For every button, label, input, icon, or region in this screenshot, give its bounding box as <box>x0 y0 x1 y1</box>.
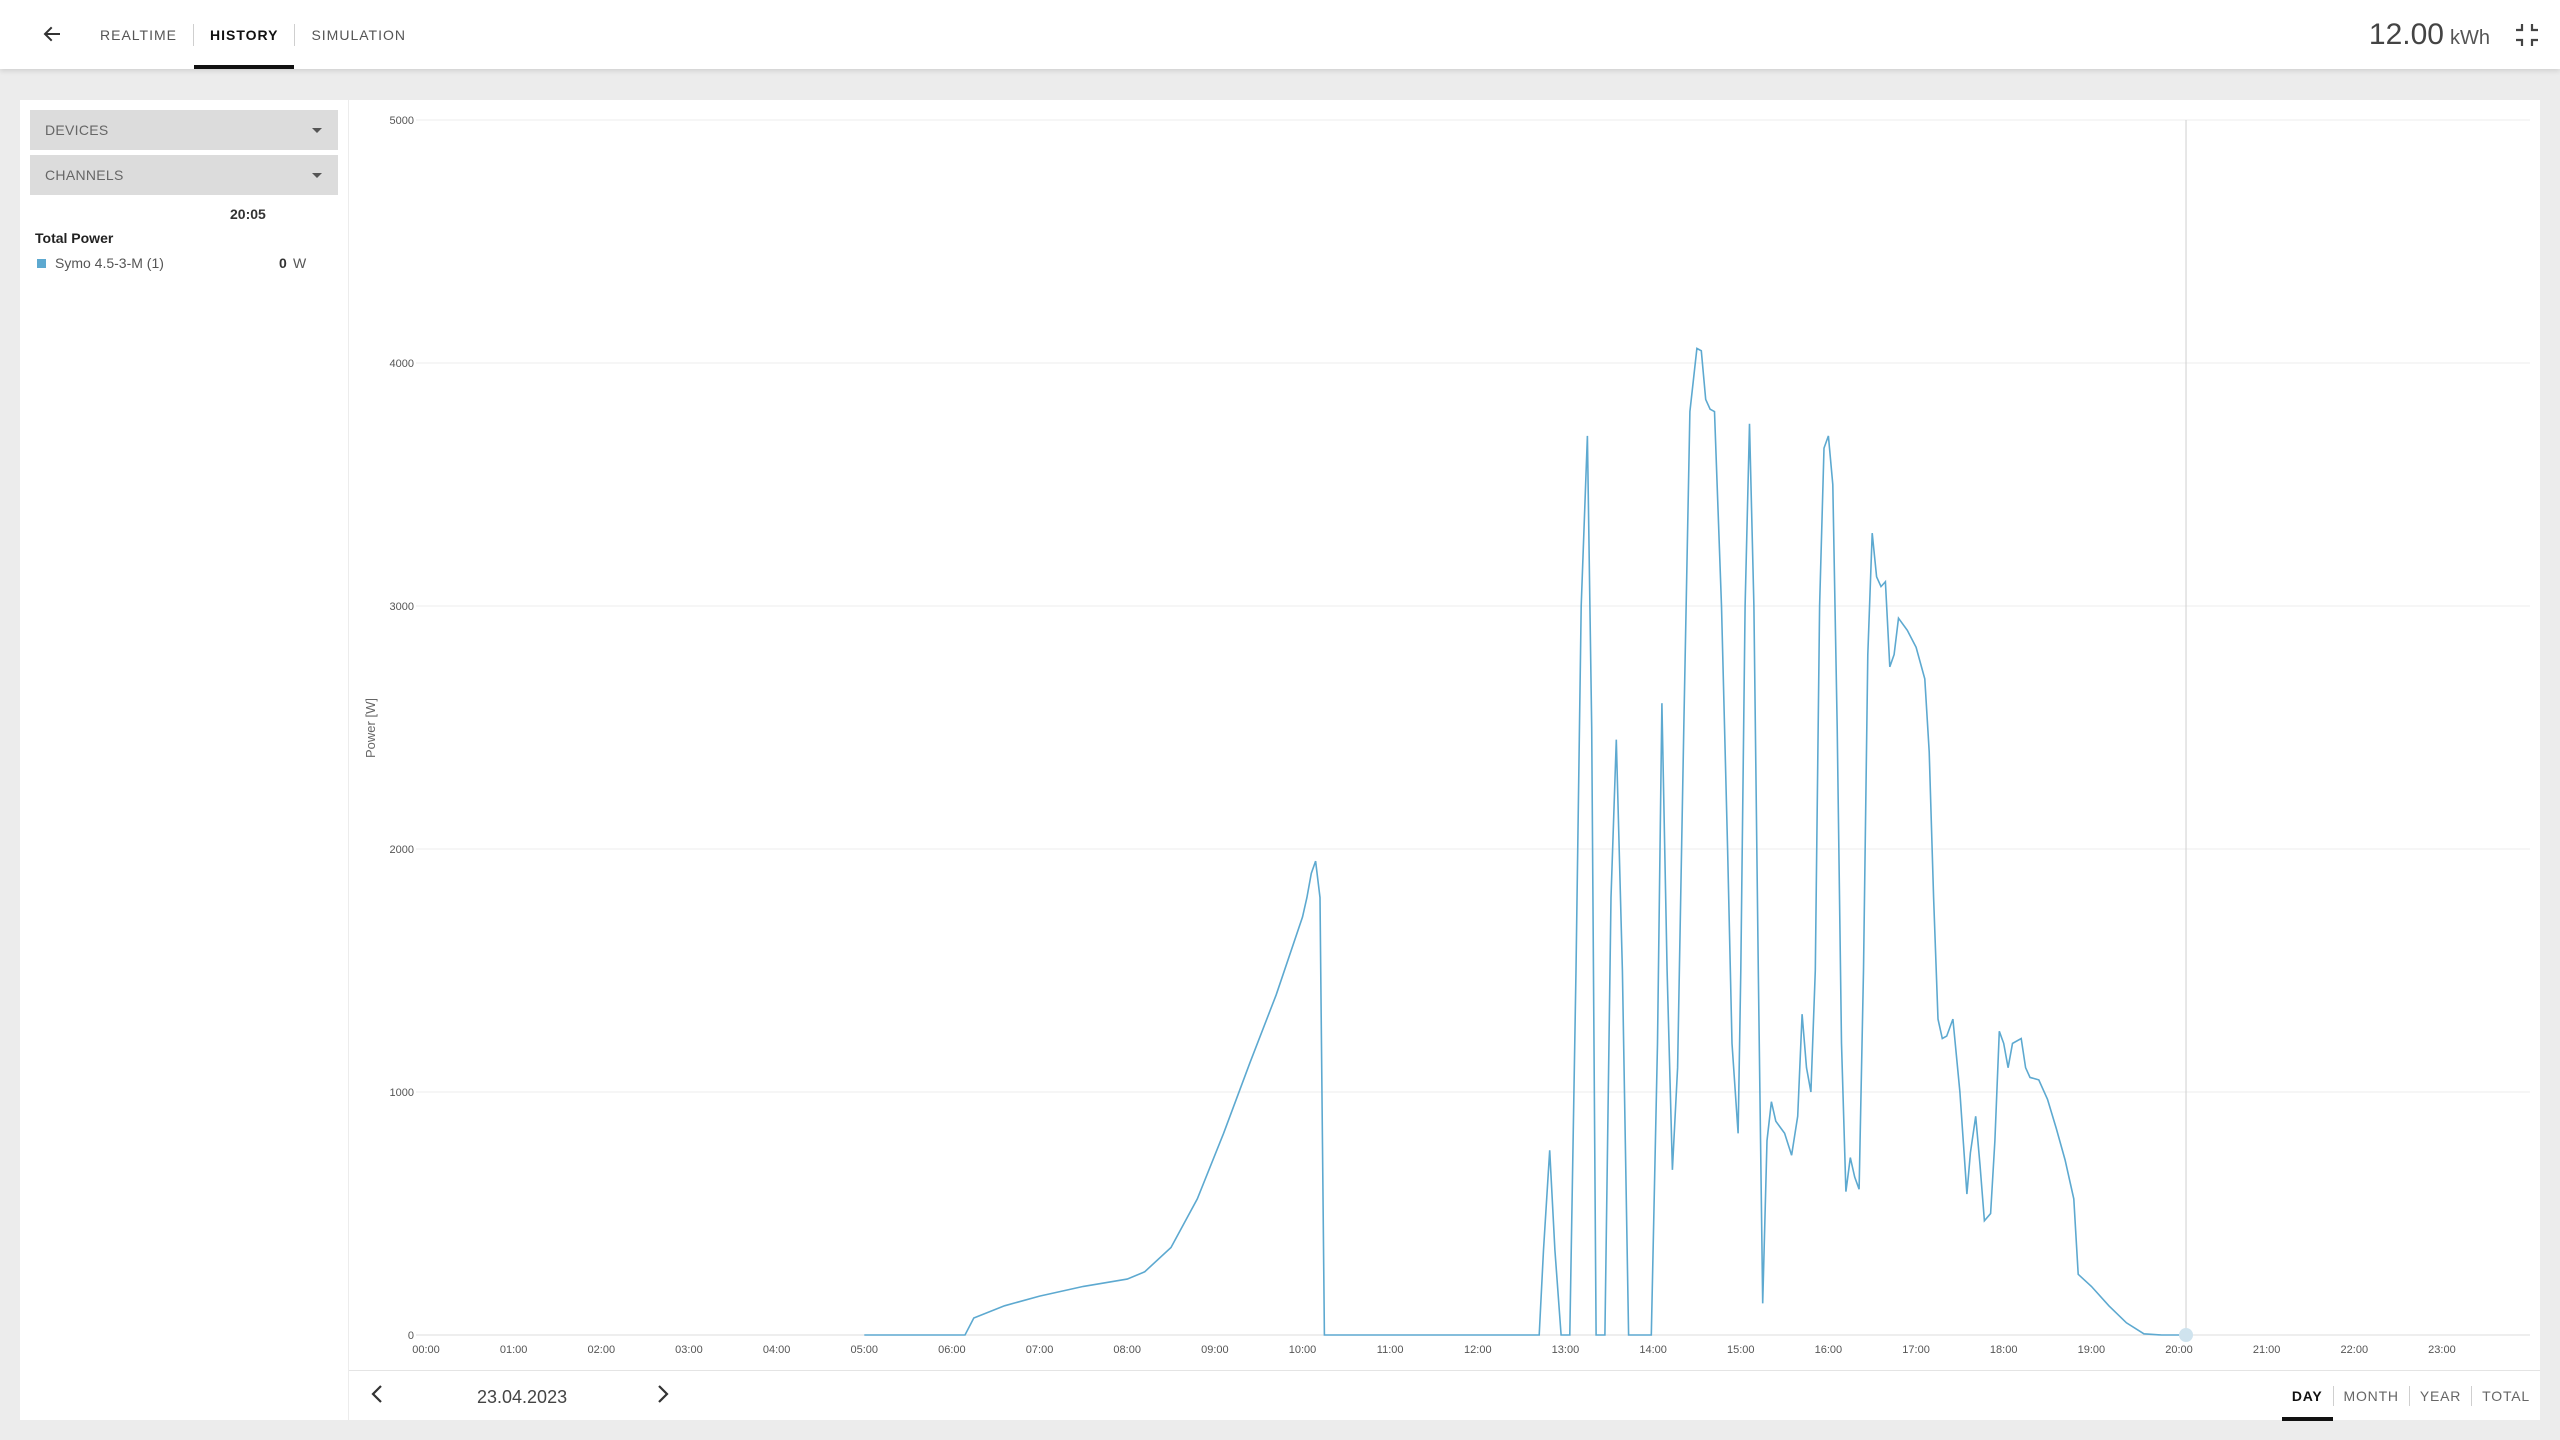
legend-item[interactable]: Symo 4.5-3-M (1) 0 W <box>35 254 335 272</box>
daily-energy: 12.00 kWh <box>2369 18 2490 52</box>
legend-item-value: 0 <box>279 255 287 271</box>
x-tick-label: 13:00 <box>1552 1344 1580 1356</box>
x-tick-label: 03:00 <box>675 1344 703 1356</box>
y-tick-label: 2000 <box>390 844 414 856</box>
caret-down-icon <box>312 127 322 133</box>
y-axis: 0 1000 2000 3000 4000 5000 <box>390 115 414 1342</box>
top-bar: REALTIME HISTORY SIMULATION 12.00 kWh <box>0 0 2560 69</box>
channels-dropdown[interactable]: CHANNELS <box>30 155 338 195</box>
legend-item-unit: W <box>293 255 307 271</box>
range-tab-year[interactable]: YEAR <box>2410 1371 2471 1421</box>
x-tick-label: 06:00 <box>938 1344 966 1356</box>
energy-value: 12.00 <box>2368 18 2444 51</box>
x-tick-label: 09:00 <box>1201 1344 1229 1356</box>
x-tick-label: 16:00 <box>1815 1344 1843 1356</box>
previous-day-button[interactable] <box>369 1383 395 1409</box>
x-tick-label: 05:00 <box>850 1344 878 1356</box>
x-tick-label: 07:00 <box>1026 1344 1054 1356</box>
chevron-left-icon <box>371 1385 382 1403</box>
power-series-line <box>864 347 2188 1336</box>
x-tick-label: 20:00 <box>2165 1344 2193 1356</box>
y-tick-label: 4000 <box>390 358 414 370</box>
x-tick-label: 17:00 <box>1902 1344 1930 1356</box>
x-tick-label: 08:00 <box>1113 1344 1141 1356</box>
x-tick-label: 15:00 <box>1727 1344 1755 1356</box>
x-tick-label: 01:00 <box>500 1344 528 1356</box>
y-axis-label: Power [W] <box>363 698 378 758</box>
x-tick-label: 04:00 <box>763 1344 791 1356</box>
x-tick-label: 22:00 <box>2341 1344 2369 1356</box>
time-cursor-marker <box>2179 1328 2194 1342</box>
tab-history[interactable]: HISTORY <box>193 0 295 69</box>
arrow-left-icon <box>43 26 60 42</box>
caret-down-icon <box>312 172 322 178</box>
date-navigation-bar: 23.04.2023 DAY MONTH YEAR TOTAL <box>349 1370 2540 1421</box>
view-tabs: REALTIME HISTORY SIMULATION <box>84 0 422 69</box>
y-tick-label: 0 <box>408 1330 414 1342</box>
x-tick-label: 10:00 <box>1289 1344 1317 1356</box>
exit-fullscreen-button[interactable] <box>2512 20 2542 50</box>
next-day-button[interactable] <box>655 1383 681 1409</box>
device-panel: DEVICES CHANNELS 20:05 Total Power Symo … <box>20 100 348 1420</box>
x-tick-label: 00:00 <box>412 1344 440 1356</box>
x-tick-label: 21:00 <box>2253 1344 2281 1356</box>
x-tick-label: 12:00 <box>1464 1344 1492 1356</box>
tab-realtime[interactable]: REALTIME <box>84 0 193 69</box>
x-tick-label: 02:00 <box>588 1344 616 1356</box>
chevron-right-icon <box>658 1385 669 1403</box>
range-tab-total[interactable]: TOTAL <box>2472 1371 2540 1421</box>
y-tick-label: 5000 <box>390 115 414 127</box>
current-date[interactable]: 23.04.2023 <box>477 1387 567 1408</box>
legend-time: 20:05 <box>230 206 266 222</box>
range-tab-month[interactable]: MONTH <box>2334 1371 2409 1421</box>
range-tabs: DAY MONTH YEAR TOTAL <box>2281 1371 2540 1421</box>
tab-simulation[interactable]: SIMULATION <box>295 0 422 69</box>
legend-title: Total Power <box>35 230 114 246</box>
exit-fullscreen-icon <box>2516 24 2538 46</box>
legend-item-name: Symo 4.5-3-M (1) <box>55 255 164 271</box>
x-tick-label: 11:00 <box>1377 1344 1404 1356</box>
x-axis: 00:00 01:00 02:00 03:00 04:00 05:00 06:00 07:00… <box>412 1344 2455 1356</box>
x-tick-label: 23:00 <box>2428 1344 2456 1356</box>
series-color-swatch <box>37 258 46 268</box>
chart-panel: 0 1000 2000 3000 4000 5000 00:00 01:00 02:00 03:… <box>349 100 2540 1421</box>
y-tick-label: 3000 <box>390 601 414 613</box>
range-tab-day[interactable]: DAY <box>2281 1371 2333 1421</box>
back-button[interactable] <box>34 16 70 52</box>
energy-unit: kWh <box>2450 27 2490 49</box>
chart-grid <box>416 119 2530 1336</box>
power-chart[interactable]: 0 1000 2000 3000 4000 5000 00:00 01:00 02:00 03:… <box>349 100 2540 1370</box>
x-tick-label: 19:00 <box>2078 1344 2106 1356</box>
x-tick-label: 14:00 <box>1639 1344 1667 1356</box>
x-tick-label: 18:00 <box>1990 1344 2018 1356</box>
devices-dropdown[interactable]: DEVICES <box>30 110 338 150</box>
y-tick-label: 1000 <box>390 1087 414 1099</box>
